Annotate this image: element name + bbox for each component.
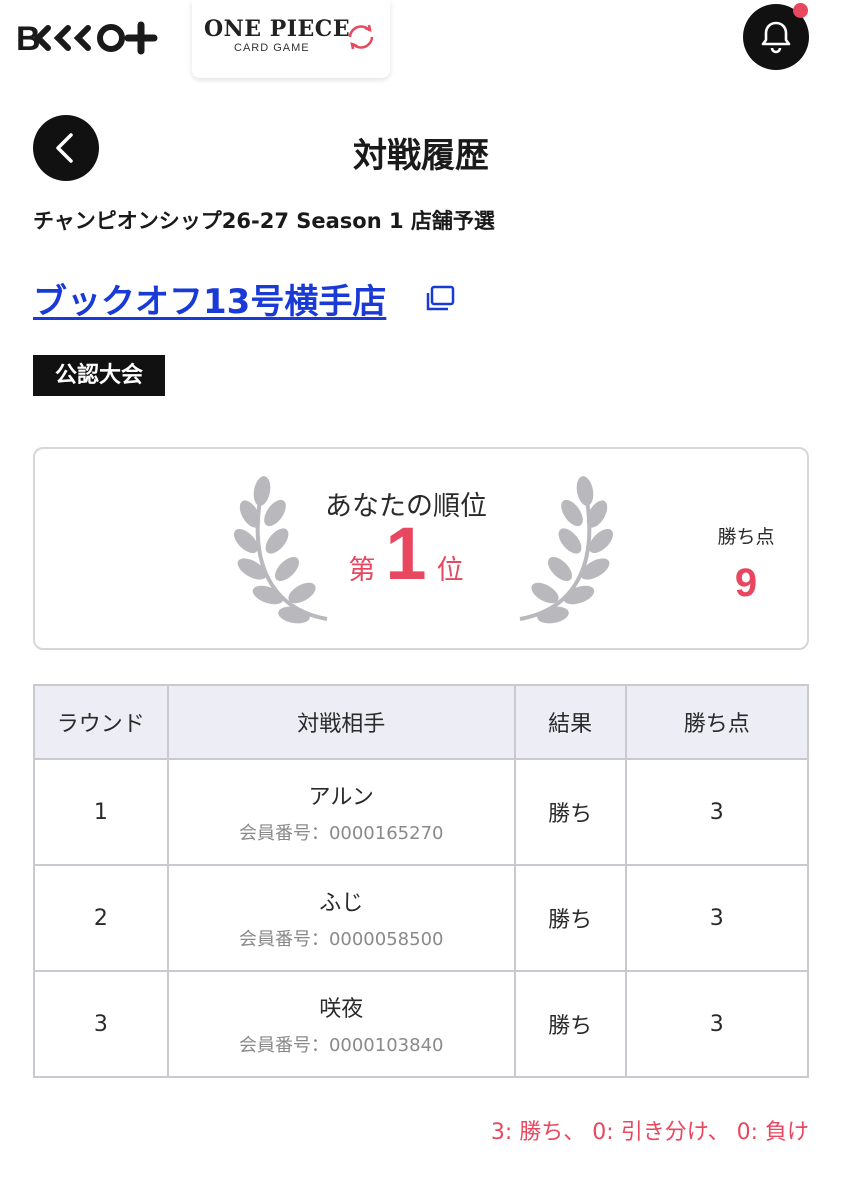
top-header: B ONE PIECE CARD GAME bbox=[0, 0, 842, 80]
opponent-member-id: 会員番号：0000103840 bbox=[169, 1031, 514, 1057]
result-cell: 勝ち bbox=[513, 758, 627, 866]
switch-game-icon[interactable] bbox=[344, 20, 378, 54]
table-header-row: ラウンド 対戦相手 結果 勝ち点 bbox=[33, 684, 810, 760]
column-header-points: 勝ち点 bbox=[624, 684, 810, 760]
store-link[interactable]: ブックオフ13号横手店 bbox=[33, 274, 386, 323]
ranking-card: あなたの順位 第1位 勝ち点 9 bbox=[33, 447, 809, 650]
points-cell: 3 bbox=[624, 758, 810, 866]
game-logo-subtitle: CARD GAME bbox=[234, 42, 310, 54]
event-name: チャンピオンシップ26-27 Season 1 店舗予選 bbox=[33, 209, 495, 233]
total-points-label: 勝ち点 bbox=[717, 526, 775, 548]
one-piece-card-game-logo[interactable]: ONE PIECE CARD GAME bbox=[192, 0, 390, 78]
official-tournament-badge: 公認大会 bbox=[33, 355, 166, 396]
member-id-value: 0000103840 bbox=[328, 1035, 444, 1056]
member-id-label: 会員番号： bbox=[238, 1035, 329, 1056]
column-header-round: ラウンド bbox=[33, 684, 169, 760]
notification-unread-dot bbox=[793, 3, 808, 18]
game-logo-title: ONE PIECE bbox=[204, 16, 351, 42]
bandai-club-logo[interactable]: B bbox=[16, 18, 161, 58]
laurel-right-icon bbox=[519, 476, 614, 624]
round-cell: 1 bbox=[33, 758, 169, 866]
round-cell: 2 bbox=[33, 864, 169, 972]
table-row: 2 ふじ 会員番号：0000058500 勝ち 3 bbox=[33, 864, 810, 972]
opponent-cell: アルン 会員番号：0000165270 bbox=[166, 758, 516, 866]
rank-number: 1 bbox=[385, 512, 427, 595]
opponent-member-id: 会員番号：0000058500 bbox=[169, 925, 514, 951]
round-cell: 3 bbox=[33, 970, 169, 1078]
member-id-label: 会員番号： bbox=[238, 929, 329, 950]
rank-suffix: 位 bbox=[436, 555, 464, 586]
member-id-value: 0000165270 bbox=[328, 823, 444, 844]
opponent-member-id: 会員番号：0000165270 bbox=[169, 819, 514, 845]
points-legend: 3: 勝ち、 0: 引き分け、 0: 負け bbox=[490, 1120, 809, 1145]
opponent-name: ふじ bbox=[319, 891, 364, 916]
member-id-label: 会員番号： bbox=[238, 823, 329, 844]
column-header-result: 結果 bbox=[513, 684, 627, 760]
points-cell: 3 bbox=[624, 970, 810, 1078]
rank-value: 第1位 bbox=[290, 517, 522, 591]
points-cell: 3 bbox=[624, 864, 810, 972]
result-cell: 勝ち bbox=[513, 970, 627, 1078]
opponent-name: 咲夜 bbox=[319, 997, 364, 1022]
match-results-table: ラウンド 対戦相手 結果 勝ち点 1 アルン 会員番号：0000165270 勝… bbox=[33, 684, 810, 1078]
column-header-opponent: 対戦相手 bbox=[166, 684, 516, 760]
member-id-value: 0000058500 bbox=[328, 929, 444, 950]
external-link-icon[interactable] bbox=[424, 284, 456, 314]
rank-prefix: 第 bbox=[348, 555, 376, 586]
opponent-cell: 咲夜 会員番号：0000103840 bbox=[166, 970, 516, 1078]
page-title: 対戦履歴 bbox=[353, 136, 489, 176]
table-row: 3 咲夜 会員番号：0000103840 勝ち 3 bbox=[33, 970, 810, 1078]
result-cell: 勝ち bbox=[513, 864, 627, 972]
total-points-value: 9 bbox=[734, 561, 758, 605]
opponent-cell: ふじ 会員番号：0000058500 bbox=[166, 864, 516, 972]
table-row: 1 アルン 会員番号：0000165270 勝ち 3 bbox=[33, 758, 810, 866]
opponent-name: アルン bbox=[308, 785, 374, 810]
bell-icon bbox=[761, 21, 791, 54]
